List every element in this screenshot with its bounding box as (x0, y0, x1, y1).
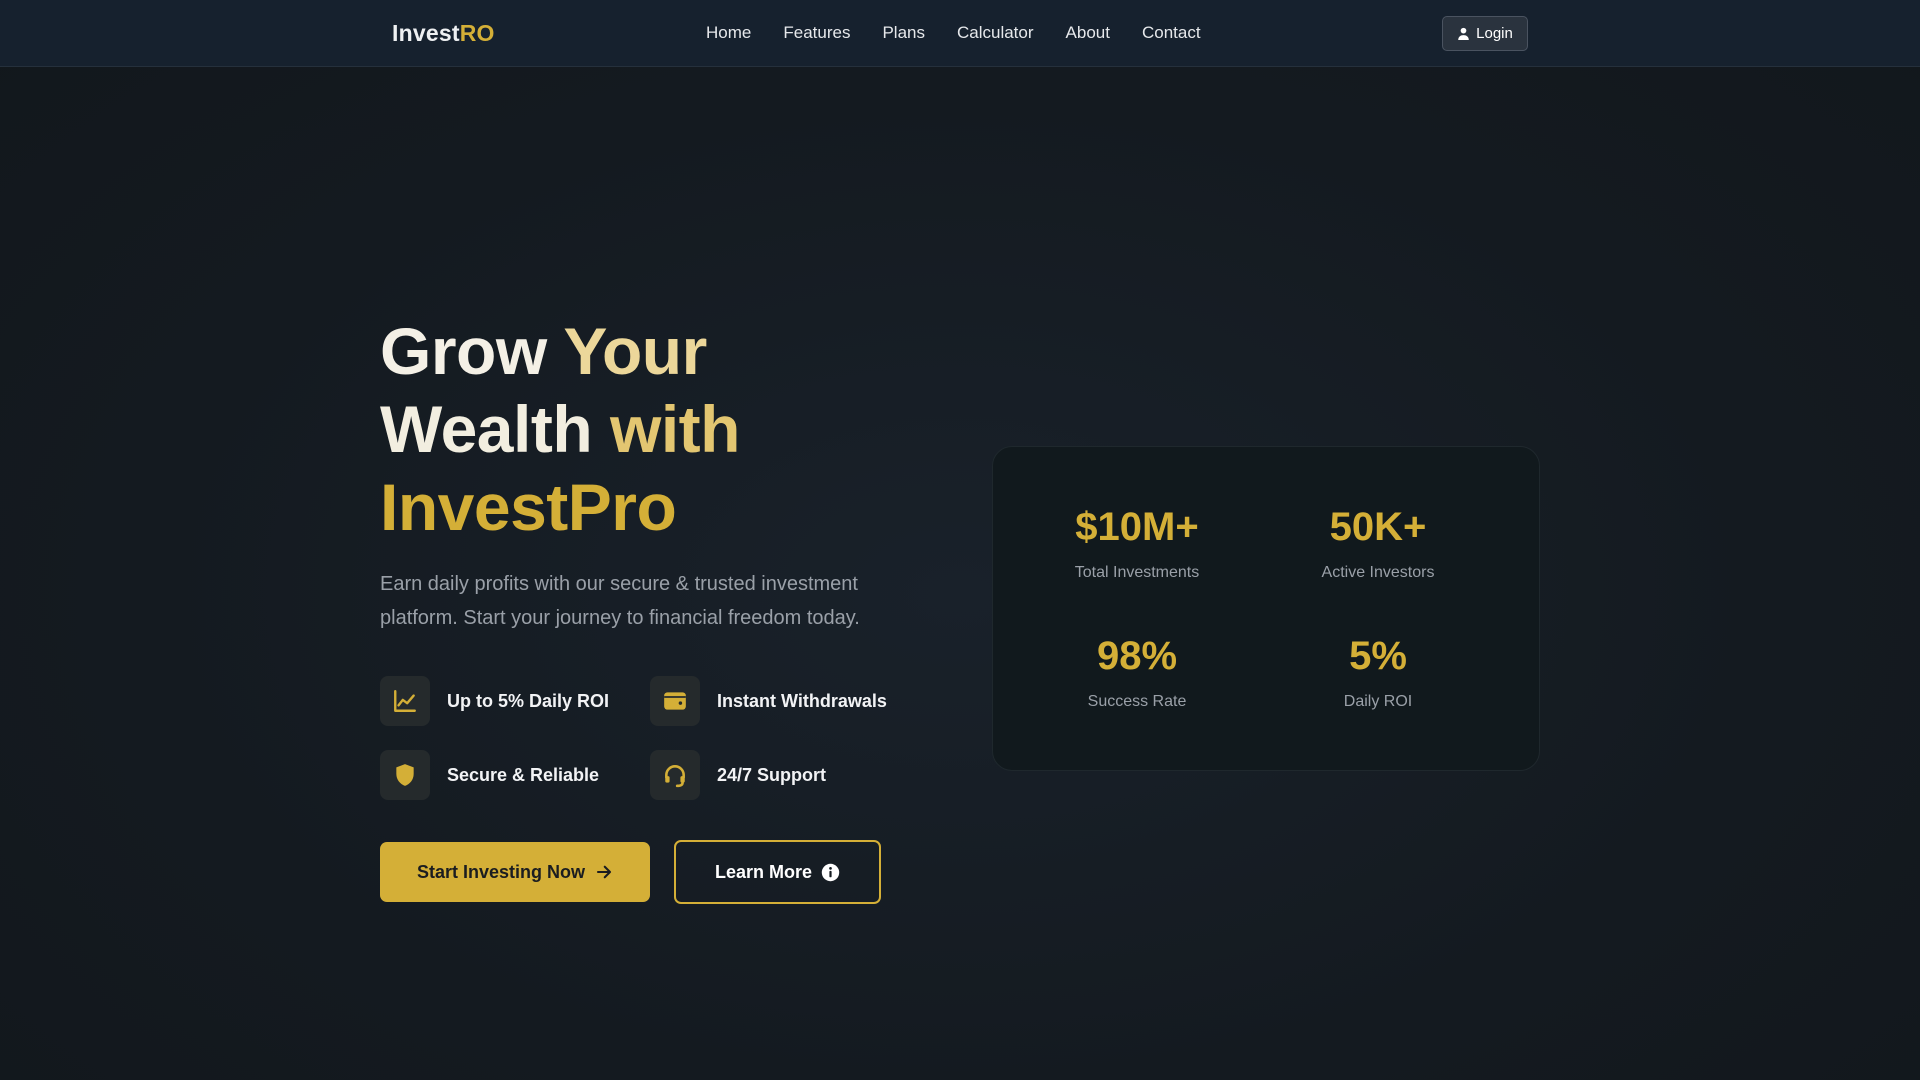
stat-caption: Daily ROI (1343, 693, 1413, 710)
navbar: InvestRO Home Features Plans Calculator … (0, 0, 1920, 67)
stat-daily-roi: 5% Daily ROI (1258, 632, 1498, 711)
stat-value: $10M+ (1075, 505, 1199, 549)
stat-value: 98% (1096, 634, 1178, 678)
stat-active-investors: 50K+ Active Investors (1258, 503, 1498, 582)
stat-caption: Total Investments (1074, 564, 1200, 581)
nav-link-about[interactable]: About (1066, 22, 1110, 44)
brand-logo[interactable]: InvestRO (392, 20, 495, 47)
feature-label: Up to 5% Daily ROI (447, 690, 610, 711)
feature-icon-box (650, 750, 700, 800)
feature-icon-box (380, 676, 430, 726)
nav-link-plans[interactable]: Plans (882, 22, 925, 44)
info-circle-icon (821, 863, 840, 881)
nav-link-contact[interactable]: Contact (1142, 22, 1201, 44)
nav-link-features[interactable]: Features (783, 22, 850, 44)
user-icon (1458, 27, 1469, 40)
stats-card: $10M+ Total Investments 50K+ Active Inve… (992, 446, 1540, 771)
nav-link-calculator[interactable]: Calculator (957, 22, 1034, 44)
hero-title-word-1: Grow (380, 314, 547, 388)
stat-caption: Success Rate (1087, 693, 1187, 710)
feature-label: Instant Withdrawals (717, 690, 887, 711)
feature-icon-box (650, 676, 700, 726)
headset-icon (665, 765, 685, 788)
brand-name-part1: Invest (392, 20, 460, 46)
brand-name-part2: RO (459, 20, 495, 46)
hero-title-word-2: Your (563, 314, 707, 388)
nav-link-home[interactable]: Home (706, 22, 751, 44)
feature-daily-roi: Up to 5% Daily ROI (380, 676, 609, 726)
learn-more-label: Learn More (714, 861, 813, 882)
login-button[interactable]: Login (1442, 16, 1528, 51)
hero-subtitle: Earn daily profits with our secure & tru… (380, 573, 860, 629)
feature-label: Secure & Reliable (447, 764, 600, 785)
feature-support: 24/7 Support (650, 750, 826, 800)
feature-secure-reliable: Secure & Reliable (380, 750, 599, 800)
login-label: Login (1476, 25, 1513, 42)
stat-value: 5% (1349, 634, 1407, 678)
stat-total-investments: $10M+ Total Investments (1017, 503, 1257, 582)
hero-title: Grow Your Wealth with InvestPro (380, 312, 940, 546)
hero-title-word-3: Wealth (380, 392, 593, 466)
wallet-icon (664, 692, 686, 710)
feature-label: 24/7 Support (717, 764, 827, 785)
start-investing-label: Start Investing Now (416, 861, 586, 882)
chart-line-icon (394, 690, 416, 712)
feature-icon-box (380, 750, 430, 800)
hero-title-word-5: InvestPro (380, 470, 677, 544)
stat-caption: Active Investors (1321, 564, 1435, 581)
arrow-right-icon (596, 865, 612, 879)
stat-value: 50K+ (1329, 505, 1427, 549)
learn-more-button[interactable]: Learn More (674, 840, 881, 904)
start-investing-button[interactable]: Start Investing Now (380, 842, 650, 902)
stat-success-rate: 98% Success Rate (1017, 632, 1257, 711)
hero-title-word-4: with (610, 392, 740, 466)
feature-instant-withdrawals: Instant Withdrawals (650, 676, 887, 726)
nav-links: Home Features Plans Calculator About Con… (706, 22, 1233, 44)
shield-icon (396, 764, 414, 786)
